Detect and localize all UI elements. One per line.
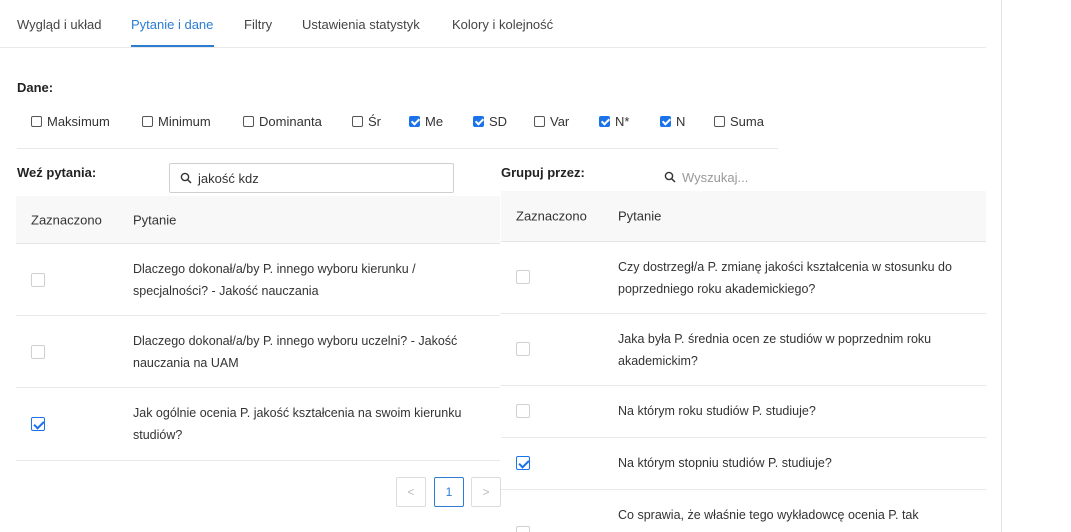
questions-table: Zaznaczono Pytanie Dlaczego dokonał/a/by… [16,196,500,496]
stat-n[interactable]: N [660,114,685,129]
table-row[interactable]: Czy dostrzegł/a P. zmianę jakości kształ… [501,242,986,314]
checkbox[interactable] [534,116,545,127]
question-text: Co sprawia, że właśnie tego wykładowcę o… [618,508,919,522]
checkbox[interactable] [409,116,420,127]
question-text: Jak ogólnie ocenia P. jakość kształcenia… [133,406,462,442]
stat-label: Var [550,114,570,129]
col-selected: Zaznaczono [516,208,587,224]
stat-label: N [676,114,686,129]
question-text: Czy dostrzegł/a P. zmianę jakości kształ… [618,260,952,296]
question-search-input[interactable]: jakość kdz [169,163,454,193]
prev-page-button[interactable]: < [396,477,426,507]
col-question: Pytanie [618,208,662,224]
questions-label: Weź pytania: [17,165,97,180]
checkbox[interactable] [714,116,725,127]
stat-label: Dominanta [259,114,322,129]
table-header: Zaznaczono Pytanie [16,196,500,244]
stat-label: SD [489,114,508,129]
tab-questions-data[interactable]: Pytanie i dane [131,17,213,32]
tab-filters[interactable]: Filtry [244,17,272,32]
data-label: Dane: [17,80,54,95]
search-icon [180,172,192,184]
table-row[interactable]: Dlaczego dokonał/a/by P. innego wyboru u… [16,316,500,388]
checkbox[interactable] [599,116,610,127]
stat-sd[interactable]: SD [473,114,507,129]
active-tab-indicator [131,45,214,47]
tab-appearance[interactable]: Wygląd i układ [17,17,101,32]
row-checkbox[interactable] [516,456,530,470]
row-checkbox[interactable] [31,345,45,359]
checkbox[interactable] [473,116,484,127]
table-row[interactable]: Jaka była P. średnia ocen ze studiów w p… [501,314,986,386]
stat-sr[interactable]: Śr [352,114,381,129]
col-selected: Zaznaczono [31,212,102,227]
stat-maksimum[interactable]: Maksimum [31,114,110,129]
question-text: Dlaczego dokonał/a/by P. innego wyboru k… [133,262,416,298]
group-by-table: Zaznaczono Pytanie Czy dostrzegł/a P. zm… [501,191,986,532]
question-text: Dlaczego dokonał/a/by P. innego wyboru u… [133,334,458,370]
group-search-placeholder: Wyszukaj... [682,169,749,185]
checkbox[interactable] [31,116,42,127]
next-page-button[interactable]: > [471,477,501,507]
row-checkbox[interactable] [31,273,45,287]
stat-label: Maksimum [47,114,110,129]
row-checkbox[interactable] [516,404,530,418]
row-checkbox[interactable] [516,526,530,532]
stat-label: Minimum [158,114,211,129]
stat-dominanta[interactable]: Dominanta [243,114,322,129]
stat-label: Śr [368,114,381,129]
row-checkbox[interactable] [31,417,45,431]
row-checkbox[interactable] [516,270,530,284]
table-row[interactable]: Na którym roku studiów P. studiuje? [501,386,986,438]
table-row[interactable]: Co sprawia, że właśnie tego wykładowcę o… [501,490,986,532]
group-search-input[interactable]: Wyszukaj... [664,168,748,186]
panel-divider [1001,0,1002,532]
tab-bar: Wygląd i układ Pytanie i dane Filtry Ust… [0,0,986,48]
stat-label: Me [425,114,444,129]
table-row[interactable]: Jak ogólnie ocenia P. jakość kształcenia… [16,388,500,461]
stat-var[interactable]: Var [534,114,569,129]
question-text: Jaka była P. średnia ocen ze studiów w p… [618,332,932,368]
tab-colors-order[interactable]: Kolory i kolejność [452,17,553,32]
question-text: Na którym stopniu studiów P. studiuje? [618,456,832,470]
checkbox[interactable] [243,116,254,127]
stat-minimum[interactable]: Minimum [142,114,211,129]
stat-me[interactable]: Me [409,114,443,129]
col-question: Pytanie [133,212,177,227]
stat-suma[interactable]: Suma [714,114,764,129]
row-checkbox[interactable] [516,342,530,356]
stat-n-star[interactable]: N* [599,114,629,129]
page-1-button[interactable]: 1 [434,477,464,507]
table-header: Zaznaczono Pytanie [501,191,986,242]
search-icon [664,171,676,183]
table-row[interactable]: Dlaczego dokonał/a/by P. innego wyboru k… [16,244,500,316]
checkbox[interactable] [352,116,363,127]
checkbox[interactable] [142,116,153,127]
stat-label: N* [615,114,630,129]
checkbox[interactable] [660,116,671,127]
tab-stats-settings[interactable]: Ustawienia statystyk [302,17,420,32]
question-text: Na którym roku studiów P. studiuje? [618,404,816,418]
table-row[interactable]: Na którym stopniu studiów P. studiuje? [501,438,986,490]
divider [17,148,778,149]
question-search-value: jakość kdz [198,170,259,186]
stat-label: Suma [730,114,764,129]
group-by-label: Grupuj przez: [501,165,585,180]
